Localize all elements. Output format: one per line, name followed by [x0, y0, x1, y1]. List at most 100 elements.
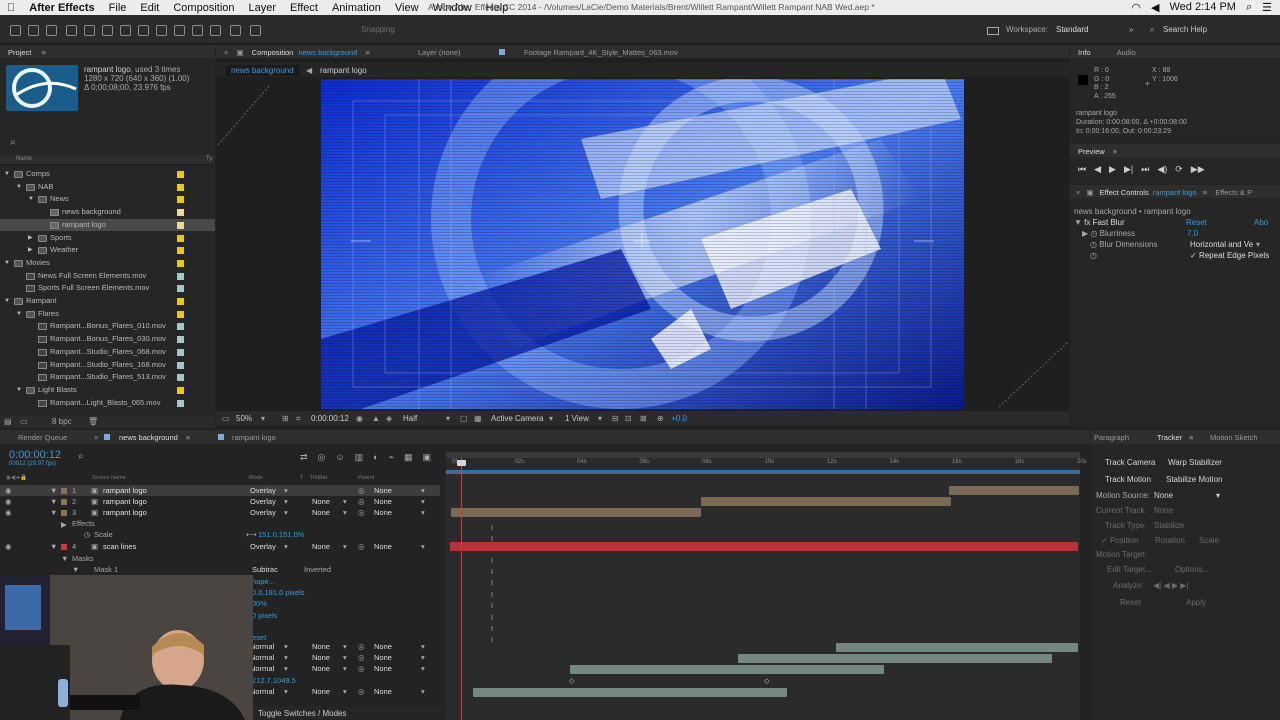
label-color-icon[interactable] — [177, 209, 184, 217]
effects-expand-icon[interactable]: ▶ — [61, 520, 67, 529]
close-icon[interactable]: × — [94, 433, 98, 442]
zoom-dropdown-icon[interactable]: ▾ — [261, 414, 265, 423]
interpret-footage-icon[interactable]: ▤ — [4, 417, 12, 426]
dropdown-icon[interactable]: ▾ — [343, 664, 347, 673]
layer-label-color[interactable] — [61, 544, 67, 550]
effect-about[interactable]: Abo — [1254, 218, 1268, 227]
comp-viewer[interactable] — [321, 79, 964, 409]
last-frame-icon[interactable]: ⏭ — [1141, 164, 1149, 175]
label-color-icon[interactable] — [177, 399, 184, 407]
layer-parent-select[interactable]: None — [374, 497, 392, 506]
work-area-bar[interactable] — [446, 452, 1080, 458]
warp-stabilizer-button[interactable]: Warp Stabilizer — [1168, 458, 1222, 467]
prev-frame-icon[interactable]: ◀ — [1094, 164, 1101, 175]
layer-trkmat-select[interactable]: None — [312, 664, 330, 673]
project-item[interactable]: ▶ Sports — [0, 232, 215, 245]
always-preview-icon[interactable]: ▭ — [222, 414, 230, 423]
tracker-apply-button[interactable]: Apply — [1186, 598, 1206, 607]
keyframe-icon[interactable]: I — [491, 613, 493, 622]
mask-property-value[interactable]: 0 pixels — [252, 611, 277, 620]
layer-duration-bar[interactable] — [450, 542, 1078, 551]
dropdown-icon[interactable]: ▾ — [343, 497, 347, 506]
exposure-value[interactable]: +0.0 — [671, 414, 687, 423]
effect-reset[interactable]: Reset — [1186, 218, 1207, 227]
position-checkbox[interactable]: ✓ Position — [1101, 536, 1138, 545]
edit-target-button[interactable]: Edit Target... — [1107, 565, 1152, 574]
effect-menu-icon[interactable]: ≡ — [1203, 188, 1207, 197]
puppet-tool-icon[interactable] — [250, 25, 261, 36]
keyframe-icon[interactable]: I — [491, 578, 493, 587]
rectangle-tool-icon[interactable] — [120, 25, 131, 36]
layer-parent-select[interactable]: None — [374, 687, 392, 696]
rampant-logo-timeline-tab[interactable]: rampant logo — [232, 433, 276, 442]
layer-parent-select[interactable]: None — [374, 486, 392, 495]
layer-trkmat-select[interactable]: None — [312, 542, 330, 551]
project-item[interactable]: News Full Screen Elements.mov — [0, 270, 215, 283]
layer-mode-select[interactable]: Overlay — [250, 542, 276, 551]
menu-file[interactable]: File — [109, 2, 127, 14]
rotate-tool-icon[interactable] — [66, 25, 77, 36]
layer-mode-select[interactable]: Normal — [250, 653, 274, 662]
parent-pickwhip-icon[interactable]: ◎ — [358, 653, 365, 662]
dropdown-icon[interactable]: ▾ — [284, 508, 288, 517]
grid-icon[interactable]: ⊞ — [282, 414, 289, 423]
dropdown-icon[interactable]: ▾ — [421, 687, 425, 696]
tracker-tab[interactable]: Tracker — [1157, 433, 1182, 442]
first-frame-icon[interactable]: ⏮ — [1078, 164, 1086, 175]
menu-view[interactable]: View — [395, 2, 419, 14]
layer-row[interactable]: ◉ ▼ 4 ▣ scan lines Overlay ▾ None ▾ ◎ None ▾ — [0, 541, 440, 552]
stopwatch-icon[interactable]: ◷ — [1090, 229, 1097, 238]
menu-effect[interactable]: Effect — [290, 2, 318, 14]
graph-editor-icon[interactable]: ⌁ — [389, 452, 394, 463]
inverted-checkbox[interactable]: Inverted — [304, 565, 331, 574]
ram-preview-icon[interactable]: ▶▶ — [1191, 164, 1205, 175]
dropdown-icon[interactable]: ▾ — [343, 653, 347, 662]
blurriness-expand-icon[interactable]: ▶ — [1082, 229, 1088, 238]
channel-icon[interactable]: ◈ — [386, 414, 392, 423]
project-item[interactable]: ▼ NAB — [0, 181, 215, 194]
layer-trkmat-select[interactable]: None — [312, 508, 330, 517]
next-frame-icon[interactable]: ▶| — [1124, 164, 1133, 175]
mask-visibility-icon[interactable]: ⌗ — [296, 414, 301, 424]
time-ruler[interactable]: 0f 02s 04s 06s 08s 10s 12s 14s 16s 18s 20s — [446, 452, 1087, 474]
project-item[interactable]: ▼ Movies — [0, 257, 215, 270]
visibility-icon[interactable]: ◉ — [5, 508, 12, 517]
parent-column[interactable]: Parent — [358, 475, 374, 481]
dropdown-icon[interactable]: ▾ — [343, 687, 347, 696]
project-item[interactable]: rampant logo — [0, 218, 215, 232]
label-color-icon[interactable] — [177, 386, 184, 394]
layer-mode-select[interactable]: Normal — [250, 664, 274, 673]
expand-icon[interactable]: ▶ — [28, 244, 33, 257]
layer-tab[interactable]: Layer (none) — [418, 48, 461, 57]
project-item[interactable]: Rampant...Studio_Flares_168.mov — [0, 359, 215, 372]
dropdown-icon[interactable]: ▾ — [284, 642, 288, 651]
stopwatch-icon[interactable]: ◷ — [84, 530, 91, 539]
expand-icon[interactable]: ▼ — [4, 257, 10, 270]
dropdown-icon[interactable]: ▾ — [284, 486, 288, 495]
new-folder-icon[interactable]: ▭ — [20, 417, 28, 426]
project-item[interactable]: ▶ Weather — [0, 244, 215, 257]
label-color-icon[interactable] — [177, 310, 184, 318]
layer-label-color[interactable] — [61, 488, 67, 494]
current-time[interactable]: 0:00:00:12 — [311, 414, 349, 423]
current-track-select[interactable]: None — [1154, 506, 1173, 515]
trkmat-column[interactable]: TrkMat — [310, 475, 327, 481]
audio-tab[interactable]: Audio — [1117, 48, 1136, 57]
layer-name[interactable]: scan lines — [103, 542, 136, 551]
parent-pickwhip-icon[interactable]: ◎ — [358, 497, 365, 506]
info-tab[interactable]: Info — [1078, 48, 1091, 57]
layer-label-color[interactable] — [61, 499, 67, 505]
masks-expand-icon[interactable]: ▼ — [61, 554, 68, 563]
stopwatch-icon[interactable]: ◷ — [1090, 240, 1097, 249]
label-color-icon[interactable] — [177, 221, 184, 229]
paragraph-tab[interactable]: Paragraph — [1094, 433, 1129, 442]
playhead-handle[interactable] — [457, 460, 466, 466]
layer-label-color[interactable] — [61, 510, 67, 516]
tracker-reset-button[interactable]: Reset — [1120, 598, 1141, 607]
crumb-rampant-logo[interactable]: rampant logo — [320, 66, 367, 75]
mask-mode-select[interactable]: Subtrac — [252, 565, 278, 574]
bpc-toggle[interactable]: 8 bpc — [52, 417, 72, 426]
visibility-icon[interactable]: ◉ — [5, 486, 12, 495]
project-item[interactable]: ▼ Flares — [0, 308, 215, 321]
layer-expand-icon[interactable]: ▼ — [50, 508, 57, 517]
